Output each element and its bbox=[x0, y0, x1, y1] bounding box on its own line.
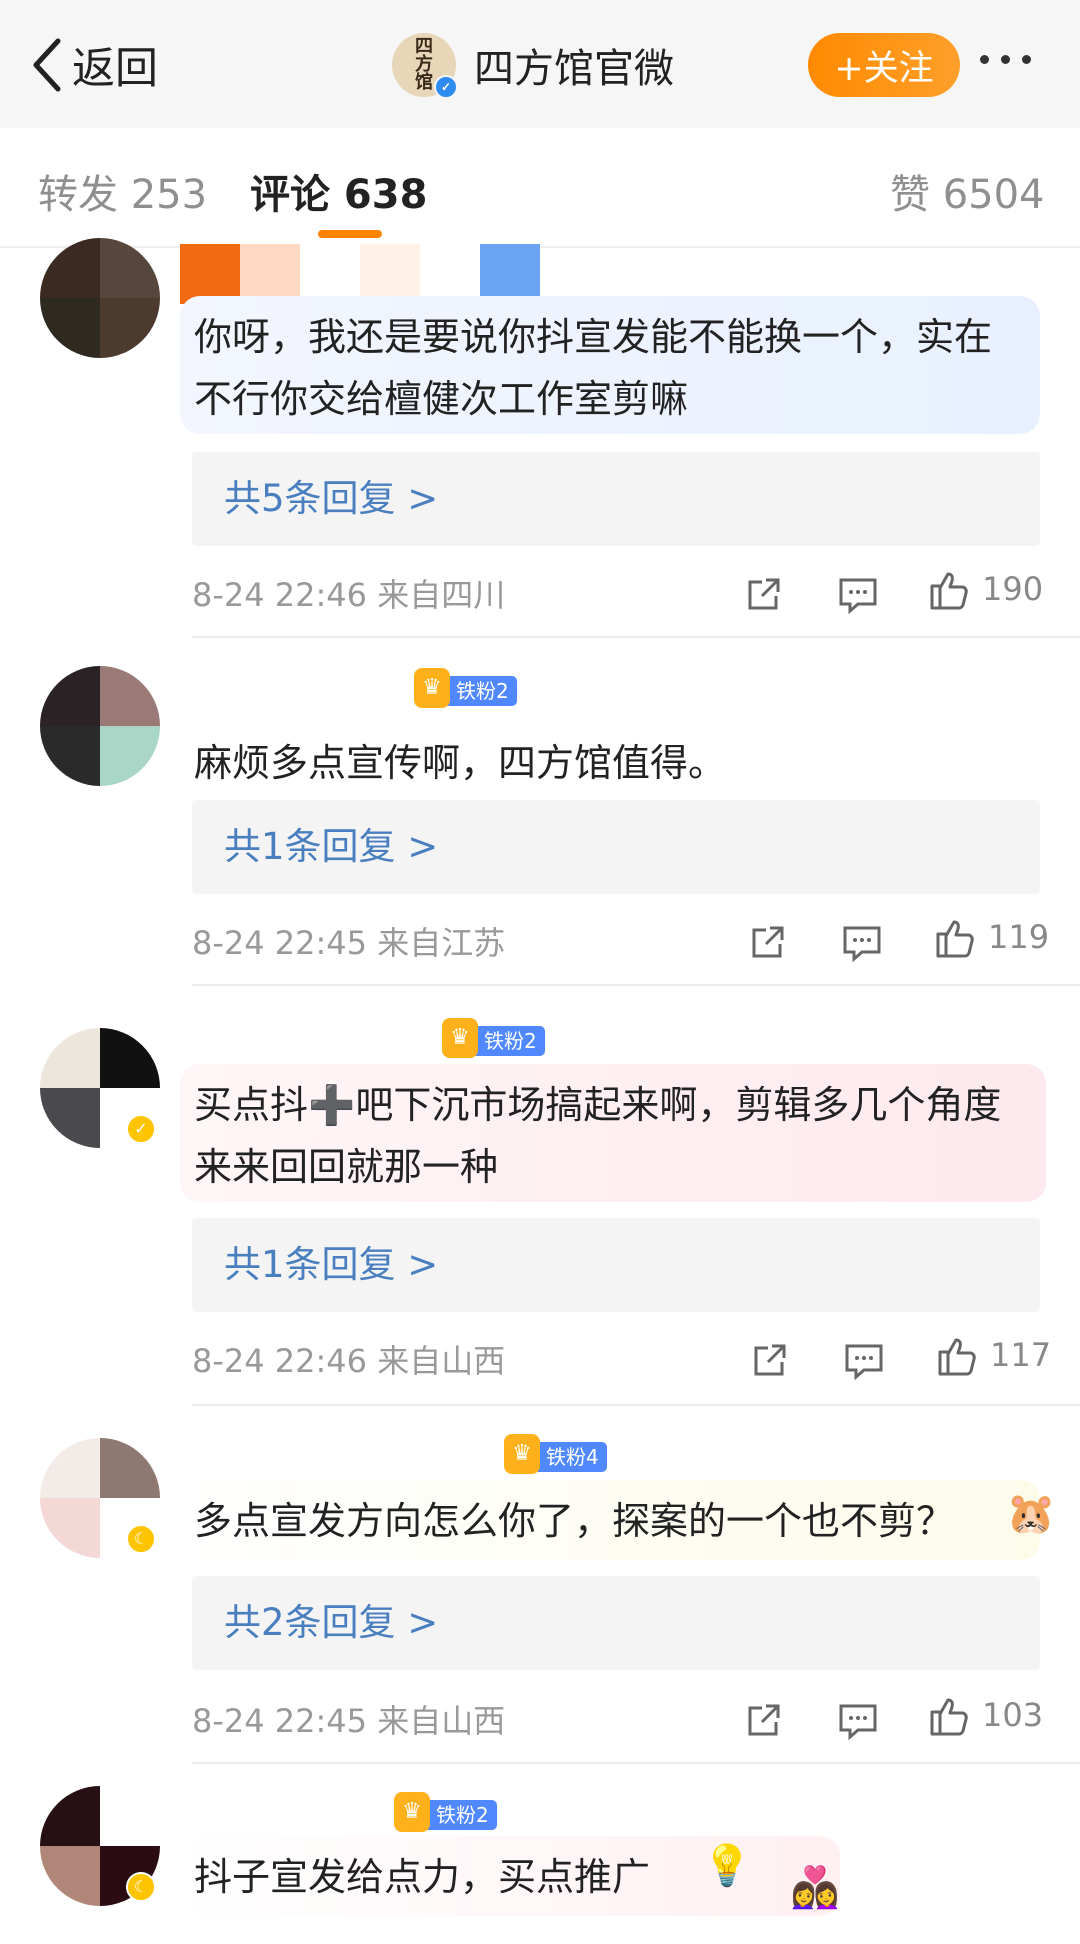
comment-meta: 8-24 22:45 来自山西 bbox=[192, 1702, 506, 1740]
comment-bubble: 麻烦多点宣传啊，四方馆值得。 bbox=[180, 722, 1040, 802]
comment-item: ✓ ♛ 铁粉2 买点抖➕吧下沉市场搞起来啊，剪辑多几个角度来来回回就那一种 共1… bbox=[0, 986, 1080, 1406]
share-icon[interactable] bbox=[748, 1338, 792, 1382]
fan-level-icon: ♛ bbox=[414, 668, 450, 708]
share-icon[interactable] bbox=[746, 920, 790, 964]
fan-level-icon: ♛ bbox=[394, 1792, 430, 1832]
avatar[interactable] bbox=[40, 666, 160, 786]
back-button[interactable]: 返回 bbox=[30, 30, 158, 100]
comment-text: 买点抖➕吧下沉市场搞起来啊，剪辑多几个角度来来回回就那一种 bbox=[194, 1083, 1002, 1189]
fan-badge: ♛ 铁粉2 bbox=[414, 668, 517, 708]
vip-moon-icon: ☾ bbox=[126, 1524, 156, 1554]
fan-level-icon: ♛ bbox=[504, 1434, 540, 1474]
comment-icon[interactable] bbox=[836, 1698, 880, 1742]
tab-repost[interactable]: 转发 253 bbox=[38, 162, 207, 220]
comment-icon[interactable] bbox=[840, 920, 884, 964]
comment-item: 你呀，我还是要说你抖宣发能不能换一个，实在不行你交给檀健次工作室剪嘛 共5条回复… bbox=[0, 238, 1080, 638]
verified-icon: ✓ bbox=[434, 75, 458, 99]
like-icon[interactable] bbox=[926, 568, 970, 612]
reply-count-link[interactable]: 共1条回复 > bbox=[192, 1218, 1040, 1312]
reply-count-link[interactable]: 共1条回复 > bbox=[192, 800, 1040, 894]
fan-badge: ♛ 铁粉2 bbox=[442, 1018, 545, 1058]
fan-badge: ♛ 铁粉2 bbox=[394, 1792, 497, 1832]
fan-badge-label: 铁粉2 bbox=[484, 1029, 537, 1053]
fan-badge-label: 铁粉2 bbox=[436, 1803, 489, 1827]
comment-item: ☾ ♛ 铁粉4 多点宣发方向怎么你了，探案的一个也不剪？ 🐹 共2条回复 > 8… bbox=[0, 1406, 1080, 1764]
comment-text: 你呀，我还是要说你抖宣发能不能换一个，实在不行你交给檀健次工作室剪嘛 bbox=[194, 315, 993, 421]
comment-icon[interactable] bbox=[842, 1338, 886, 1382]
top-nav-bar: 返回 四方馆 ✓ 四方馆官微 +关注 bbox=[0, 0, 1080, 128]
avatar[interactable]: ✓ bbox=[40, 1028, 160, 1148]
like-icon[interactable] bbox=[934, 1334, 978, 1378]
like-icon[interactable] bbox=[932, 916, 976, 960]
comment-bubble: 你呀，我还是要说你抖宣发能不能换一个，实在不行你交给檀健次工作室剪嘛 bbox=[180, 296, 1040, 434]
more-icon[interactable] bbox=[980, 55, 1031, 64]
tab-underline bbox=[318, 230, 382, 238]
avatar[interactable] bbox=[40, 238, 160, 358]
comment-sticker-icon: 👩‍❤️‍👩 bbox=[790, 1865, 840, 1911]
comment-item: ♛ 铁粉2 麻烦多点宣传啊，四方馆值得。 共1条回复 > 8-24 22:45 … bbox=[0, 638, 1080, 986]
comment-meta: 8-24 22:45 来自江苏 bbox=[192, 924, 506, 962]
avatar[interactable]: ☾ bbox=[40, 1786, 160, 1906]
fan-level-icon: ♛ bbox=[442, 1018, 478, 1058]
like-count: 117 bbox=[990, 1336, 1052, 1374]
reply-count-link[interactable]: 共2条回复 > bbox=[192, 1576, 1040, 1670]
like-count: 190 bbox=[982, 570, 1044, 608]
comment-sticker-icon: 🐹 bbox=[1006, 1491, 1056, 1537]
like-icon[interactable] bbox=[926, 1694, 970, 1738]
comment-sticker-icon: 💡 bbox=[702, 1843, 752, 1889]
comment-icon[interactable] bbox=[836, 572, 880, 616]
verified-icon: ✓ bbox=[126, 1114, 156, 1144]
share-icon[interactable] bbox=[742, 1698, 786, 1742]
like-count: 119 bbox=[988, 918, 1050, 956]
comment-bubble: 买点抖➕吧下沉市场搞起来啊，剪辑多几个角度来来回回就那一种 bbox=[180, 1064, 1046, 1202]
comment-text: 麻烦多点宣传啊，四方馆值得。 bbox=[194, 741, 727, 785]
reply-count-link[interactable]: 共5条回复 > bbox=[192, 452, 1040, 546]
comment-text: 多点宣发方向怎么你了，探案的一个也不剪？ bbox=[194, 1499, 955, 1543]
vip-moon-icon: ☾ bbox=[126, 1872, 156, 1902]
comment-meta: 8-24 22:46 来自四川 bbox=[192, 576, 506, 614]
back-label: 返回 bbox=[72, 44, 158, 94]
tab-likes[interactable]: 赞 6504 bbox=[890, 162, 1045, 220]
fan-badge-label: 铁粉2 bbox=[456, 679, 509, 703]
like-count: 103 bbox=[982, 1696, 1044, 1734]
account-title[interactable]: 四方馆 ✓ 四方馆官微 bbox=[392, 30, 674, 100]
fan-badge: ♛ 铁粉4 bbox=[504, 1434, 607, 1474]
tab-comments[interactable]: 评论 638 bbox=[250, 162, 427, 220]
username-redacted[interactable] bbox=[180, 244, 540, 304]
follow-button[interactable]: +关注 bbox=[808, 33, 960, 97]
comment-meta: 8-24 22:46 来自山西 bbox=[192, 1342, 506, 1380]
account-avatar[interactable]: 四方馆 ✓ bbox=[392, 33, 458, 99]
comment-bubble: 多点宣发方向怎么你了，探案的一个也不剪？ bbox=[180, 1480, 1040, 1560]
page-title: 四方馆官微 bbox=[474, 46, 674, 92]
comment-item: ☾ ♛ 铁粉2 抖子宣发给点力，买点推广 💡 👩‍❤️‍👩 bbox=[0, 1764, 1080, 1944]
avatar[interactable]: ☾ bbox=[40, 1438, 160, 1558]
fan-badge-label: 铁粉4 bbox=[546, 1445, 599, 1469]
share-icon[interactable] bbox=[742, 572, 786, 616]
chevron-left-icon bbox=[33, 38, 61, 92]
tab-bar: 转发 253 评论 638 赞 6504 bbox=[0, 128, 1080, 248]
